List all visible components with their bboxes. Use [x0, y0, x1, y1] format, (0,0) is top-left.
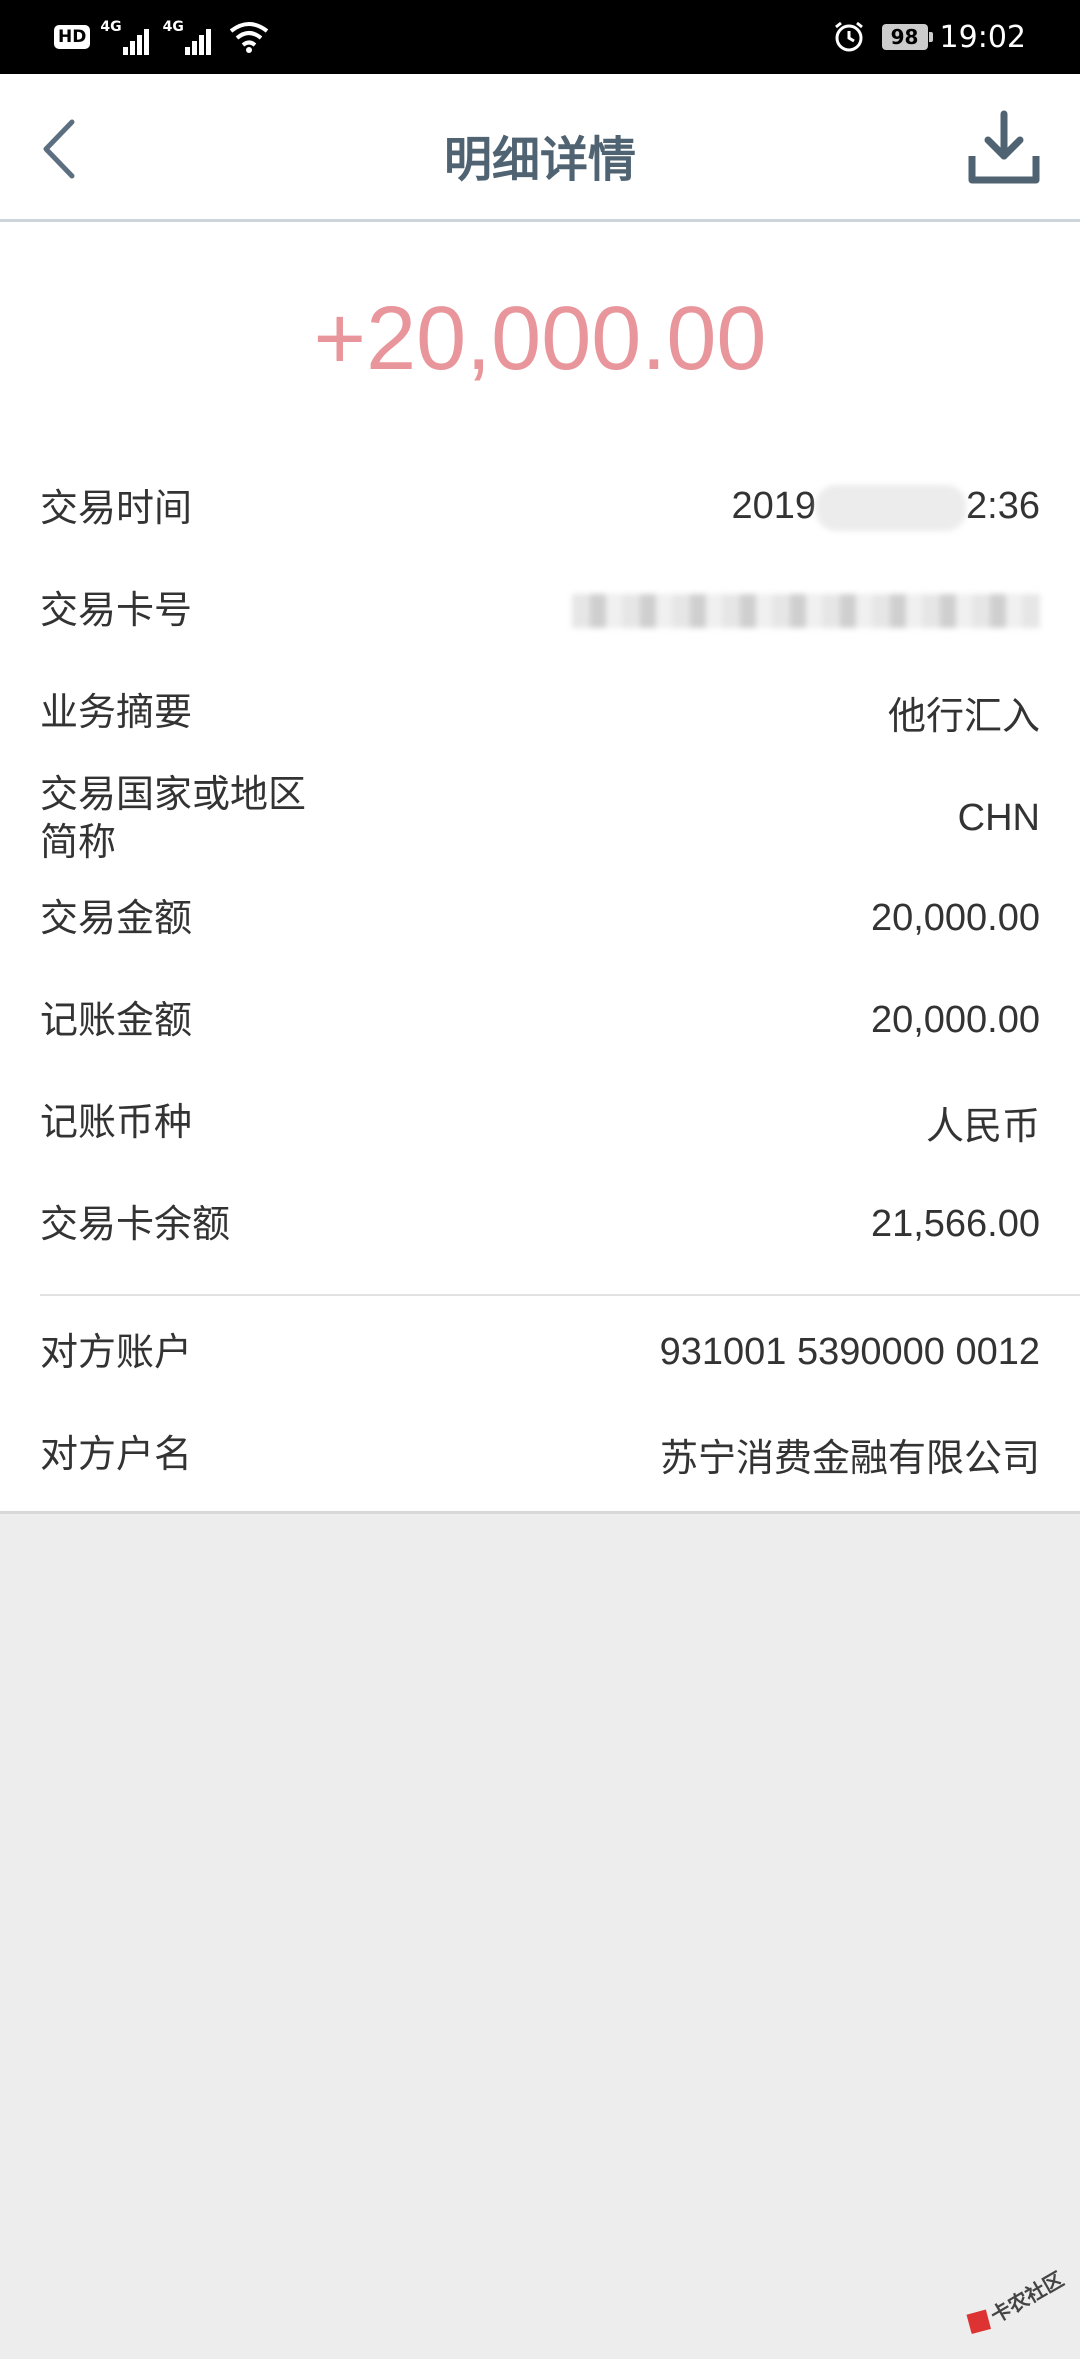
signal-bars-icon [184, 25, 213, 55]
row-value: 他行汇入 [887, 693, 1040, 738]
row-value: 苏宁消费金融有限公司 [659, 1435, 1040, 1480]
watermark-mark-icon: 卡农社区 [966, 2267, 1068, 2335]
network-type-2: 4G [162, 19, 184, 35]
row-value: 21,566.00 [870, 1202, 1040, 1245]
signal-2: 4G [163, 19, 213, 55]
transaction-amount: +20,000.00 [313, 289, 767, 389]
page-title: 明细详情 [443, 132, 636, 188]
time-prefix: 2019 [731, 485, 817, 528]
row-posted-amount: 记账金额 20,000.00 [40, 990, 1040, 1050]
row-value: 2019 2:36 [731, 485, 1040, 531]
network-type-1: 4G [100, 19, 122, 35]
download-icon [968, 110, 1040, 184]
row-currency: 记账币种 人民币 [40, 1092, 1040, 1152]
row-label: 对方账户 [40, 1330, 193, 1374]
masked-region [816, 485, 967, 531]
row-label: 交易金额 [40, 896, 193, 940]
status-time: 19:02 [939, 19, 1026, 55]
app-header: 明细详情 [0, 74, 1080, 222]
watermark-logo: 卡农社区 [954, 2249, 1079, 2356]
row-value: 人民币 [925, 1103, 1040, 1148]
row-counterparty-name: 对方户名 苏宁消费金融有限公司 [40, 1424, 1040, 1484]
svg-text:卡农社区: 卡农社区 [986, 2267, 1067, 2328]
signal-bars-icon [122, 25, 151, 55]
battery-icon: 98 [881, 24, 933, 50]
row-transaction-amount: 交易金额 20,000.00 [40, 888, 1040, 948]
row-summary: 业务摘要 他行汇入 [40, 682, 1040, 742]
row-label: 交易国家或地区简称 [40, 772, 307, 864]
download-button[interactable] [966, 110, 1042, 186]
status-right: 98 19:02 [832, 14, 1026, 60]
alarm-clock-icon [834, 21, 863, 52]
masked-card-number [572, 594, 1040, 629]
signal-1: 4G [100, 19, 150, 55]
section-divider [40, 1294, 1080, 1296]
row-country: 交易国家或地区简称 CHN [40, 770, 1040, 866]
row-value: 931001 5390000 0012 [659, 1330, 1040, 1373]
status-left: HD 4G 4G [54, 16, 269, 58]
status-bar: HD 4G 4G 98 19:02 [0, 0, 1080, 74]
row-counterparty-account: 对方账户 931001 5390000 0012 [40, 1322, 1040, 1382]
row-label: 业务摘要 [40, 690, 193, 734]
row-value: 20,000.00 [870, 896, 1040, 939]
wifi-icon [229, 22, 269, 53]
row-value [572, 589, 1040, 632]
row-value: 20,000.00 [870, 998, 1040, 1041]
row-label: 记账金额 [40, 998, 193, 1042]
row-card-number: 交易卡号 [40, 580, 1040, 640]
time-suffix: 2:36 [966, 485, 1040, 528]
row-label: 交易卡号 [40, 588, 193, 632]
row-label: 交易时间 [40, 486, 193, 530]
row-label: 记账币种 [40, 1100, 193, 1144]
detail-card: +20,000.00 交易时间 2019 2:36 交易卡号 业务摘要 他行汇入 … [0, 222, 1080, 1514]
row-card-balance: 交易卡余额 21,566.00 [40, 1194, 1040, 1254]
row-value: CHN [957, 796, 1040, 839]
hd-badge: HD [54, 25, 91, 49]
row-label: 对方户名 [40, 1432, 193, 1476]
row-label: 交易卡余额 [40, 1202, 231, 1246]
row-transaction-time: 交易时间 2019 2:36 [40, 478, 1040, 538]
